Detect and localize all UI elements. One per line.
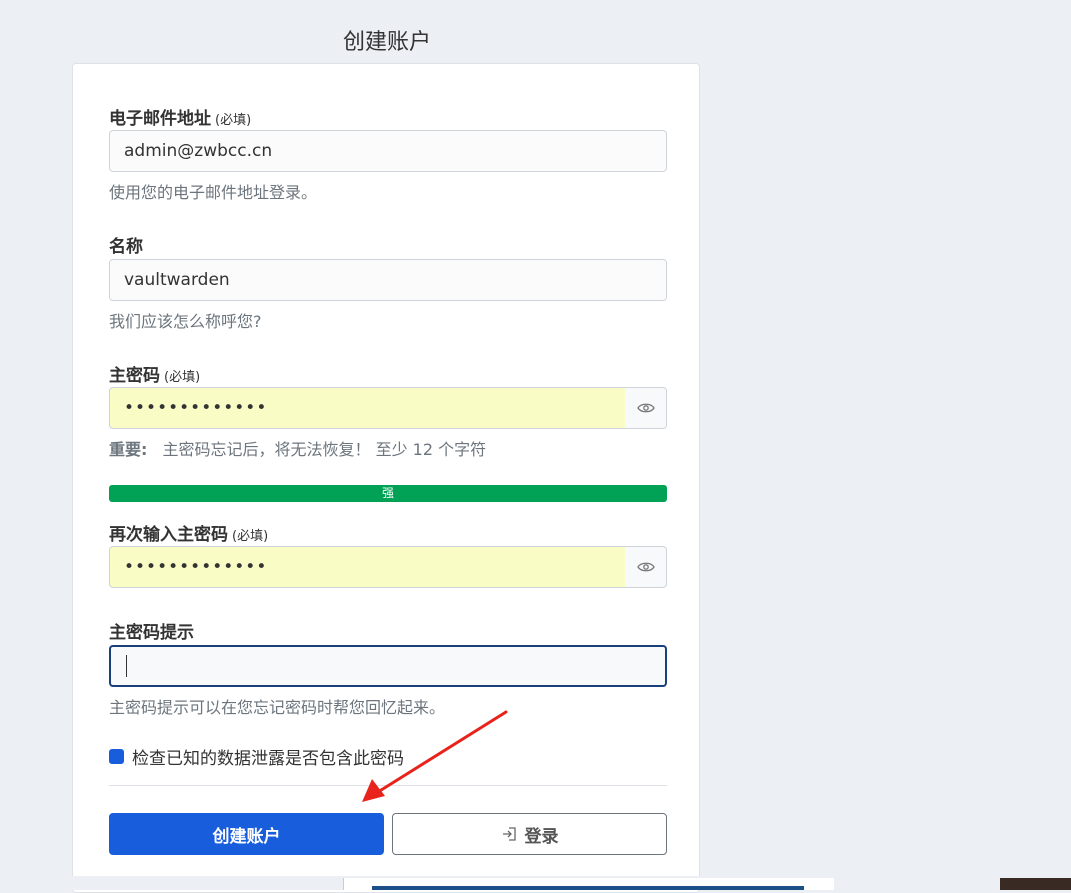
annotation-arrow bbox=[362, 710, 508, 802]
